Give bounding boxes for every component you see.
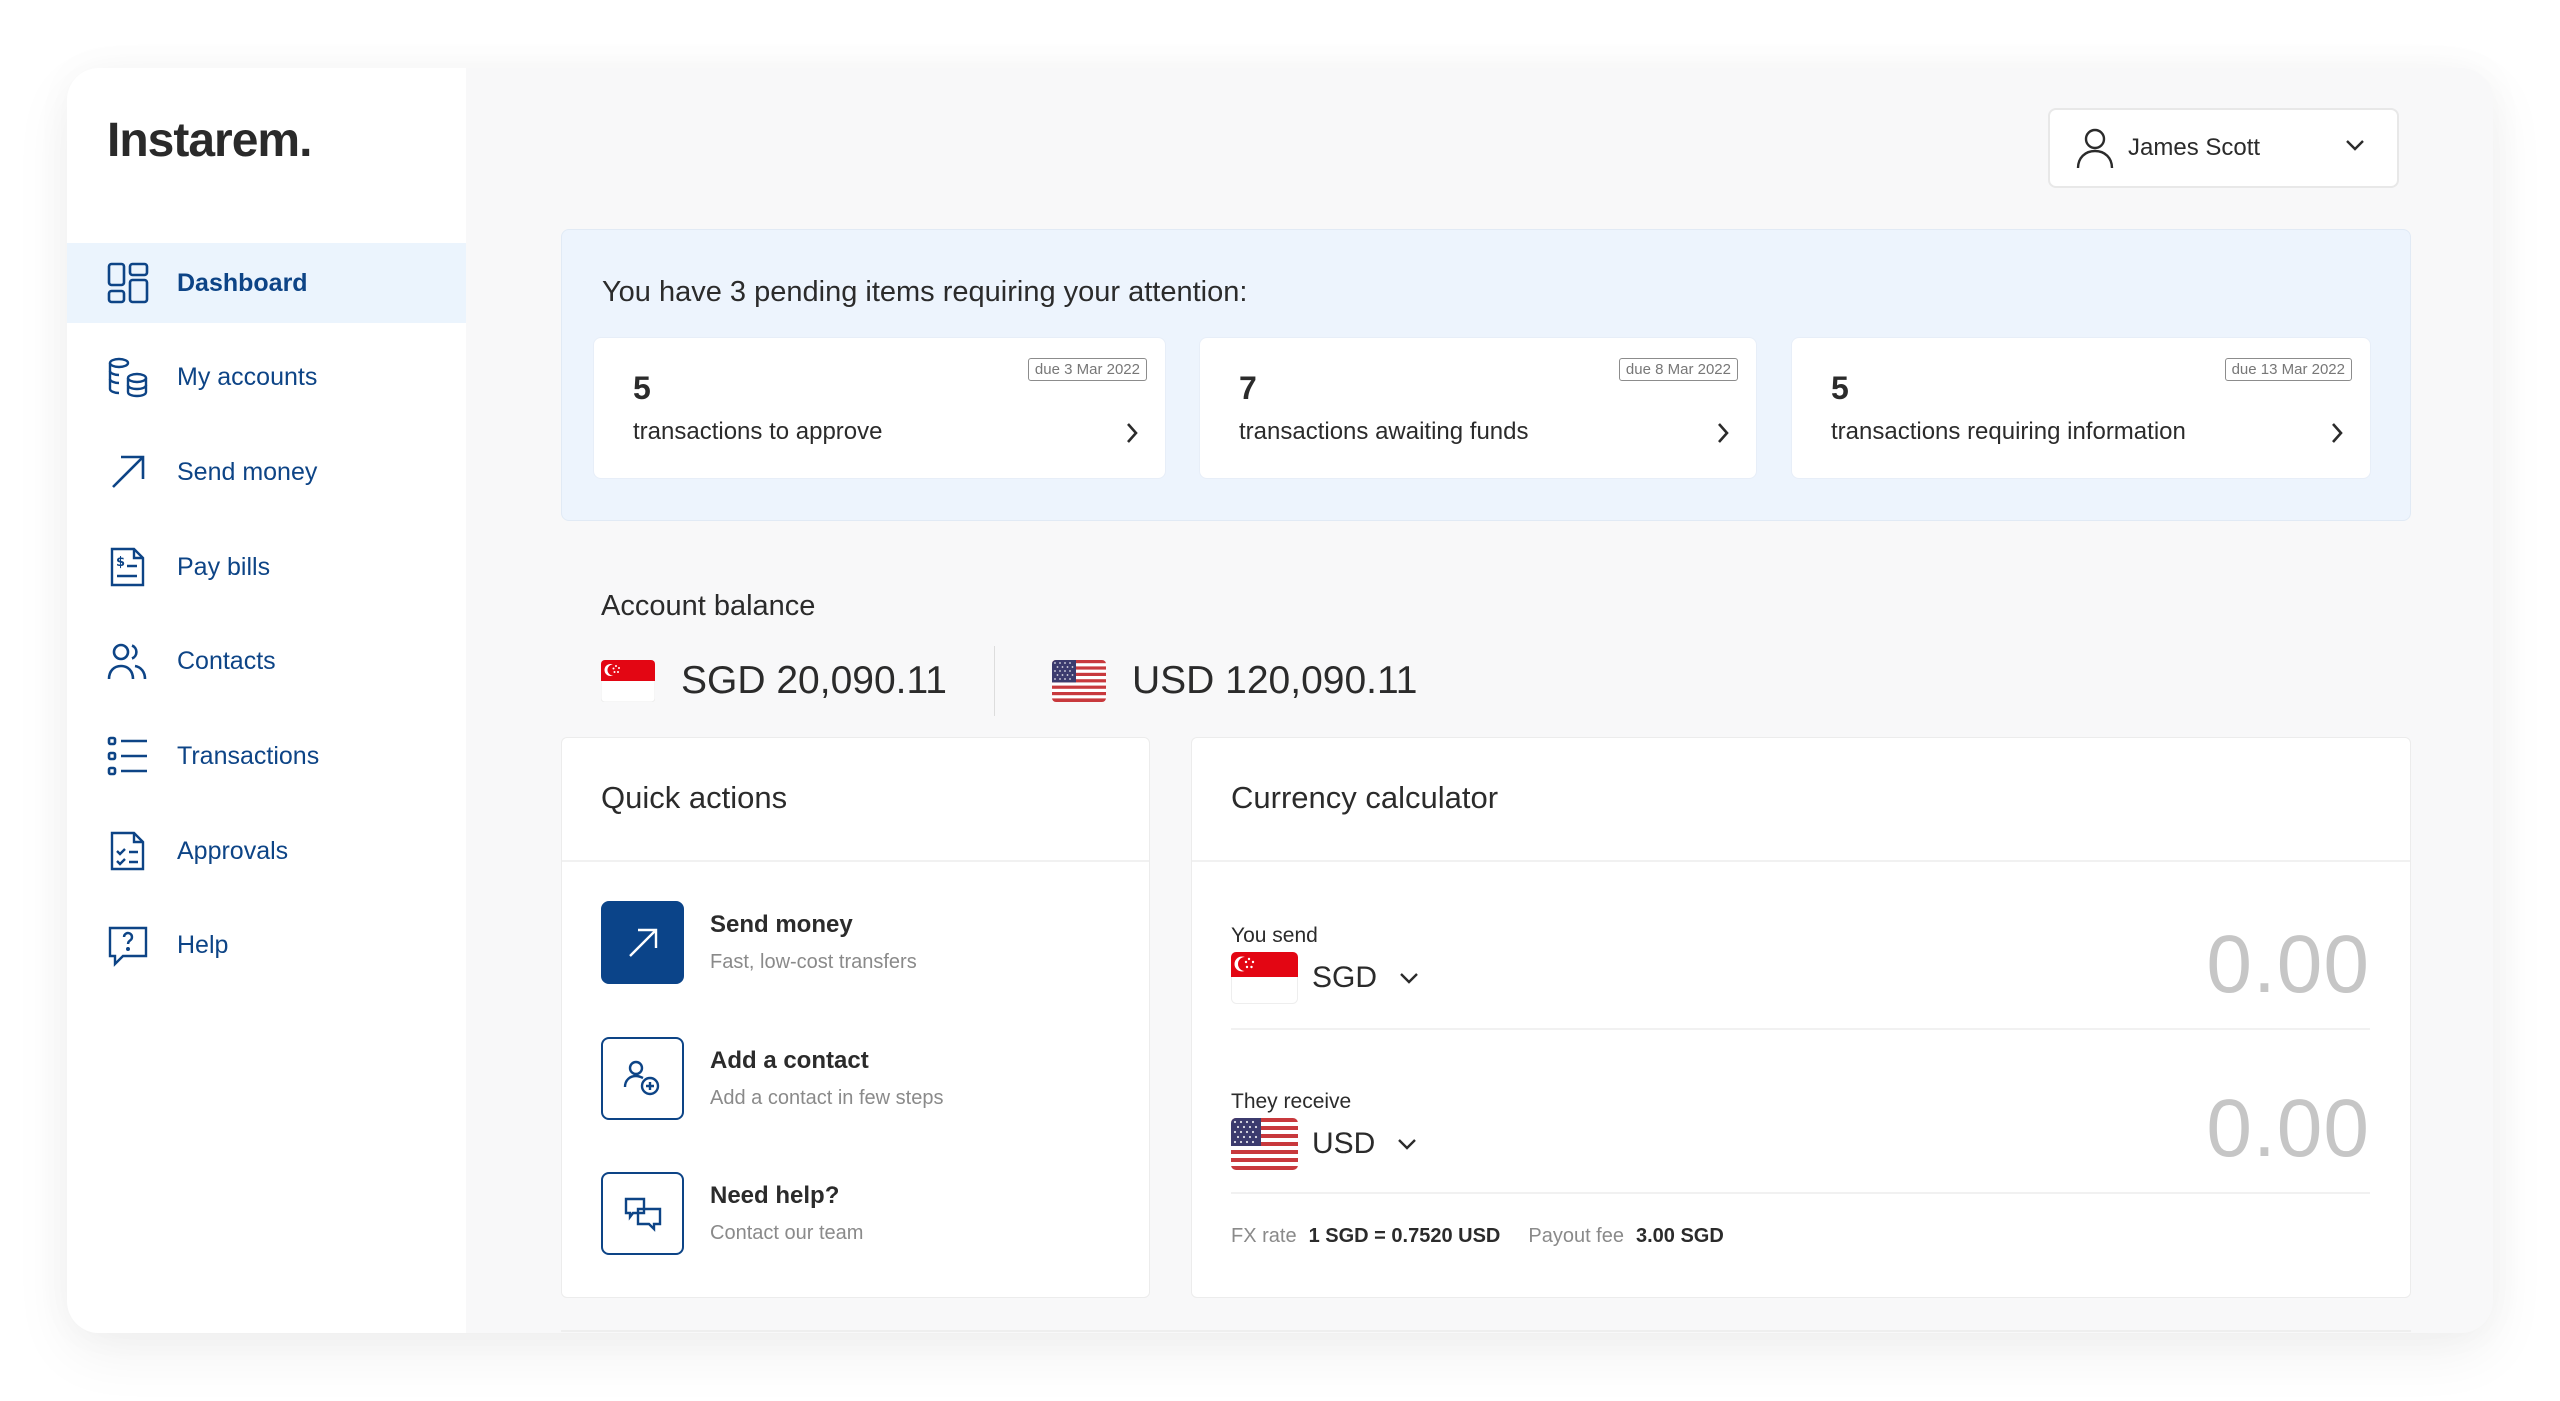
sidebar-item-label: Send money bbox=[177, 457, 318, 486]
currency-calculator-title: Currency calculator bbox=[1231, 780, 1499, 815]
sidebar: Instarem. Dashboard My accounts Send mon… bbox=[67, 68, 466, 1333]
sidebar-item-help[interactable]: Help bbox=[67, 906, 466, 986]
quick-actions-panel: Quick actions Send money Fast, low-cost … bbox=[561, 737, 1150, 1298]
sidebar-item-contacts[interactable]: Contacts bbox=[67, 622, 466, 702]
pending-description: transactions to approve bbox=[633, 418, 883, 445]
list-icon bbox=[107, 735, 149, 777]
pending-count: 5 bbox=[1831, 370, 1849, 406]
payout-fee-label: Payout fee bbox=[1528, 1225, 1624, 1247]
chevron-right-icon bbox=[1718, 423, 1729, 443]
quick-action-send-money[interactable]: Send money Fast, low-cost transfers bbox=[601, 901, 917, 984]
chevron-right-icon bbox=[2332, 423, 2343, 443]
chevron-down-icon bbox=[1400, 973, 1418, 984]
help-chat-icon bbox=[107, 925, 149, 967]
quick-action-subtitle: Contact our team bbox=[710, 1222, 864, 1244]
logo: Instarem. bbox=[107, 114, 312, 167]
currency-calculator-panel: Currency calculator You send SGD 0.00 Th… bbox=[1191, 737, 2411, 1298]
receive-amount-display: 0.00 bbox=[2206, 1083, 2370, 1174]
pending-count: 7 bbox=[1239, 370, 1257, 406]
pending-card-requiring-information[interactable]: 5 transactions requiring information due… bbox=[1791, 337, 2371, 479]
pending-card-to-approve[interactable]: 5 transactions to approve due 3 Mar 2022 bbox=[593, 337, 1166, 479]
pending-description: transactions requiring information bbox=[1831, 418, 2186, 445]
sidebar-item-label: Approvals bbox=[177, 836, 289, 865]
sidebar-item-label: Pay bills bbox=[177, 552, 271, 581]
calculator-divider bbox=[1231, 1192, 2370, 1194]
sidebar-item-dashboard[interactable]: Dashboard bbox=[67, 243, 466, 323]
payout-fee-value: 3.00 SGD bbox=[1635, 1225, 1724, 1247]
send-amount-input[interactable]: 0.00 bbox=[2206, 918, 2370, 1012]
user-name: James Scott bbox=[2128, 134, 2261, 161]
quick-action-subtitle: Fast, low-cost transfers bbox=[710, 951, 917, 973]
next-section-edge bbox=[561, 1330, 2411, 1332]
they-receive-label: They receive bbox=[1231, 1090, 1352, 1113]
chat-bubbles-icon bbox=[624, 1197, 661, 1232]
quick-actions-title: Quick actions bbox=[601, 780, 788, 815]
account-balance-title: Account balance bbox=[601, 590, 816, 622]
quick-action-icon-box bbox=[601, 1037, 684, 1120]
quick-action-need-help[interactable]: Need help? Contact our team bbox=[601, 1172, 863, 1255]
sidebar-item-label: Help bbox=[177, 931, 229, 960]
send-currency-select[interactable]: SGD bbox=[1231, 952, 1419, 1004]
balance-amount: SGD 20,090.11 bbox=[681, 659, 947, 702]
chevron-right-icon bbox=[1127, 423, 1138, 443]
calculator-divider bbox=[1231, 1028, 2370, 1030]
dashboard-grid-icon bbox=[107, 262, 149, 304]
sidebar-item-label: My accounts bbox=[177, 363, 318, 392]
balance-divider bbox=[994, 646, 995, 716]
singapore-flag-icon bbox=[601, 660, 655, 702]
due-date-badge: due 8 Mar 2022 bbox=[1618, 358, 1738, 381]
chevron-down-icon bbox=[2346, 140, 2364, 151]
arrow-up-right-icon bbox=[107, 451, 149, 493]
sidebar-item-approvals[interactable]: Approvals bbox=[67, 811, 466, 891]
arrow-up-right-icon bbox=[628, 928, 657, 957]
receive-currency-code: USD bbox=[1312, 1127, 1376, 1160]
us-flag-icon bbox=[1052, 660, 1106, 702]
pending-count: 5 bbox=[633, 370, 651, 406]
send-currency-code: SGD bbox=[1312, 961, 1378, 994]
quick-action-title: Add a contact bbox=[710, 1047, 869, 1074]
quick-action-title: Need help? bbox=[710, 1182, 840, 1209]
sidebar-item-label: Transactions bbox=[177, 741, 320, 770]
user-menu-dropdown[interactable]: James Scott bbox=[2048, 108, 2399, 188]
receive-currency-select[interactable]: USD bbox=[1231, 1118, 1417, 1170]
quick-action-subtitle: Add a contact in few steps bbox=[710, 1087, 944, 1109]
checklist-document-icon bbox=[107, 830, 149, 872]
you-send-label: You send bbox=[1231, 924, 1318, 947]
app-window: Instarem. Dashboard My accounts Send mon… bbox=[67, 68, 2493, 1333]
pending-card-awaiting-funds[interactable]: 7 transactions awaiting funds due 8 Mar … bbox=[1199, 337, 1757, 479]
sidebar-item-pay-bills[interactable]: $ Pay bills bbox=[67, 527, 466, 607]
add-contact-icon bbox=[623, 1060, 659, 1095]
fx-rate-label: FX rate bbox=[1231, 1225, 1297, 1247]
singapore-flag-icon bbox=[1231, 952, 1298, 1004]
sidebar-item-send-money[interactable]: Send money bbox=[67, 432, 466, 512]
quick-action-icon-box bbox=[601, 901, 684, 984]
quick-actions-header: Quick actions bbox=[562, 738, 1149, 862]
people-icon bbox=[107, 641, 149, 683]
due-date-badge: due 13 Mar 2022 bbox=[2224, 358, 2352, 381]
bill-document-icon: $ bbox=[107, 546, 149, 588]
pending-description: transactions awaiting funds bbox=[1239, 418, 1529, 445]
currency-calculator-header: Currency calculator bbox=[1192, 738, 2410, 862]
pending-items-banner: You have 3 pending items requiring your … bbox=[561, 229, 2411, 521]
due-date-badge: due 3 Mar 2022 bbox=[1027, 358, 1147, 381]
fx-info: FX rate 1 SGD = 0.7520 USD Payout fee 3.… bbox=[1231, 1225, 1752, 1248]
svg-text:$: $ bbox=[116, 555, 125, 570]
quick-action-icon-box bbox=[601, 1172, 684, 1255]
us-flag-icon bbox=[1231, 1118, 1298, 1170]
user-icon bbox=[2076, 128, 2114, 169]
chevron-down-icon bbox=[1398, 1139, 1417, 1150]
sidebar-item-transactions[interactable]: Transactions bbox=[67, 716, 466, 796]
sidebar-item-label: Dashboard bbox=[177, 268, 308, 297]
quick-action-add-contact[interactable]: Add a contact Add a contact in few steps bbox=[601, 1037, 943, 1120]
balance-usd: USD 120,090.11 bbox=[1052, 648, 1417, 714]
balance-amount: USD 120,090.11 bbox=[1132, 659, 1418, 702]
quick-action-title: Send money bbox=[710, 911, 853, 938]
coins-stack-icon bbox=[107, 357, 149, 399]
balance-sgd: SGD 20,090.11 bbox=[601, 648, 947, 714]
fx-rate-value: 1 SGD = 0.7520 USD bbox=[1308, 1225, 1501, 1247]
sidebar-nav: Dashboard My accounts Send money $ Pay b… bbox=[67, 243, 466, 1001]
sidebar-item-label: Contacts bbox=[177, 647, 276, 676]
sidebar-item-my-accounts[interactable]: My accounts bbox=[67, 338, 466, 418]
pending-items-title: You have 3 pending items requiring your … bbox=[602, 276, 1248, 308]
